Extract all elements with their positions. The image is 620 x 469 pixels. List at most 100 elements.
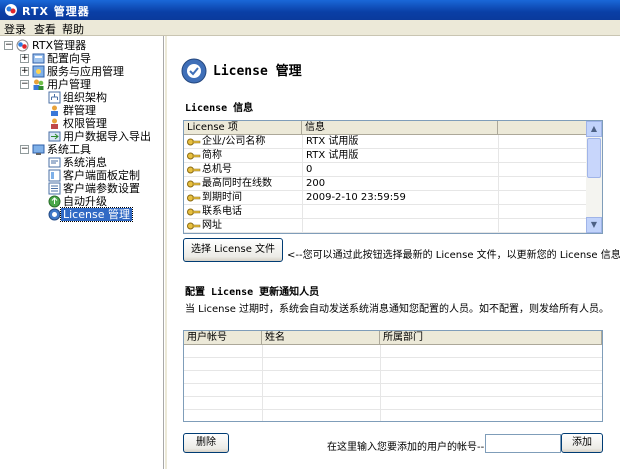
table-row[interactable] bbox=[184, 384, 602, 397]
add-button[interactable]: 添加 bbox=[561, 433, 603, 453]
license-row[interactable]: 网址 bbox=[184, 219, 588, 233]
license-item: 简称 bbox=[202, 150, 222, 161]
tree-node-root[interactable]: RTX管理器 bbox=[30, 39, 88, 52]
scroll-up-icon[interactable]: ▲ bbox=[586, 121, 602, 137]
license-item: 最高同时在线数 bbox=[202, 178, 272, 189]
license-row[interactable]: 企业/公司名称 RTX 试用版 bbox=[184, 135, 588, 149]
permission-icon bbox=[51, 118, 58, 129]
license-info-section-title: License 信息 bbox=[185, 103, 254, 114]
notify-description: 当 License 过期时，系统会自动发送系统消息通知您配置的人员。如不配置，则… bbox=[185, 304, 610, 315]
menu-bar: 登录 查看 帮助 bbox=[0, 20, 620, 36]
menu-view[interactable]: 查看 bbox=[34, 21, 56, 37]
add-user-hint: 在这里输入您要添加的用户的帐号--> bbox=[327, 442, 493, 453]
license-row[interactable]: 总机号 0 bbox=[184, 163, 588, 177]
column-user-account[interactable]: 用户帐号 bbox=[184, 331, 262, 345]
key-icon bbox=[187, 194, 201, 202]
license-value: 200 bbox=[306, 178, 326, 189]
window-title: RTX 管理器 bbox=[22, 5, 90, 18]
collapse-icon[interactable]: − bbox=[20, 145, 29, 154]
tree-node-system-tools[interactable]: 系统工具 bbox=[45, 143, 93, 156]
system-tools-icon bbox=[32, 144, 45, 155]
group-icon bbox=[51, 105, 58, 116]
license-row[interactable]: 联系电话 bbox=[184, 205, 588, 219]
key-icon bbox=[187, 166, 201, 174]
tree-node-permission-mgmt[interactable]: 权限管理 bbox=[61, 117, 109, 130]
license-icon bbox=[48, 208, 61, 221]
column-department[interactable]: 所属部门 bbox=[380, 331, 602, 345]
tree-node-service-app[interactable]: 服务与应用管理 bbox=[45, 65, 126, 78]
tree-node-system-message[interactable]: 系统消息 bbox=[61, 156, 109, 169]
users-grid-header: 用户帐号 姓名 所属部门 bbox=[184, 331, 602, 345]
navigation-tree[interactable]: − RTX管理器 + 配置向导 + 服务与应用管理 − 用户管理 组织架构 群管… bbox=[0, 36, 164, 469]
license-value: RTX 试用版 bbox=[306, 136, 359, 147]
column-name[interactable]: 姓名 bbox=[262, 331, 380, 345]
import-export-icon bbox=[48, 131, 61, 142]
license-item: 总机号 bbox=[202, 164, 232, 175]
tree-node-auto-upgrade[interactable]: 自动升级 bbox=[61, 195, 109, 208]
key-icon bbox=[187, 222, 201, 230]
wizard-icon bbox=[32, 53, 45, 64]
license-item: 企业/公司名称 bbox=[202, 136, 266, 147]
table-row[interactable] bbox=[184, 358, 602, 371]
delete-button[interactable]: 删除 bbox=[183, 433, 229, 453]
select-license-file-button[interactable]: 选择 License 文件 bbox=[183, 238, 283, 262]
title-bar: RTX 管理器 bbox=[0, 0, 620, 20]
table-row[interactable] bbox=[184, 397, 602, 410]
scroll-down-icon[interactable]: ▼ bbox=[586, 217, 602, 233]
collapse-icon[interactable]: − bbox=[4, 41, 13, 50]
tree-node-wizard[interactable]: 配置向导 bbox=[45, 52, 93, 65]
table-row[interactable] bbox=[184, 371, 602, 384]
tree-node-license-mgmt[interactable]: License 管理 bbox=[60, 207, 133, 222]
collapse-icon[interactable]: − bbox=[20, 80, 29, 89]
rtx-manager-icon bbox=[16, 39, 29, 52]
key-icon bbox=[187, 180, 201, 188]
license-header-icon bbox=[181, 58, 207, 84]
column-license-item[interactable]: License 项 bbox=[184, 121, 302, 135]
client-settings-icon bbox=[48, 182, 61, 195]
license-info-grid[interactable]: License 项 信息 企业/公司名称 RTX 试用版 简称 RTX 试用版 … bbox=[183, 120, 603, 234]
section-divider bbox=[255, 104, 603, 105]
tree-node-client-settings[interactable]: 客户端参数设置 bbox=[61, 182, 142, 195]
license-value: RTX 试用版 bbox=[306, 150, 359, 161]
license-value bbox=[306, 219, 496, 233]
expand-icon[interactable]: + bbox=[20, 54, 29, 63]
menu-login[interactable]: 登录 bbox=[4, 21, 26, 37]
license-value bbox=[306, 205, 496, 219]
key-icon bbox=[187, 152, 201, 160]
rtx-app-icon bbox=[5, 4, 17, 16]
page-title: License 管理 bbox=[213, 64, 302, 79]
users-icon bbox=[33, 79, 44, 90]
column-info[interactable]: 信息 bbox=[302, 121, 498, 135]
section-divider bbox=[363, 288, 603, 289]
tree-node-client-panel-customize[interactable]: 客户端面板定制 bbox=[61, 169, 142, 182]
license-grid-header: License 项 信息 bbox=[184, 121, 588, 135]
key-icon bbox=[187, 138, 201, 146]
auto-upgrade-icon bbox=[48, 195, 61, 208]
notify-users-grid[interactable]: 用户帐号 姓名 所属部门 bbox=[183, 330, 603, 422]
license-value: 0 bbox=[306, 164, 313, 175]
select-license-hint: <--您可以通过此按钮选择最新的 License 文件，以更新您的 Licens… bbox=[287, 250, 620, 261]
menu-help[interactable]: 帮助 bbox=[62, 21, 84, 37]
license-item: 网址 bbox=[202, 220, 222, 231]
license-item: 到期时间 bbox=[202, 192, 242, 203]
key-icon bbox=[187, 208, 201, 216]
license-item: 联系电话 bbox=[202, 206, 242, 217]
tree-node-org-structure[interactable]: 组织架构 bbox=[61, 91, 109, 104]
license-row[interactable]: 最高同时在线数 200 bbox=[184, 177, 588, 191]
system-message-icon bbox=[48, 157, 61, 168]
license-grid-scrollbar[interactable]: ▲ ▼ bbox=[586, 121, 602, 233]
tree-node-group-mgmt[interactable]: 群管理 bbox=[61, 104, 98, 117]
service-icon bbox=[32, 65, 45, 78]
org-structure-icon bbox=[48, 91, 61, 104]
add-user-account-input[interactable] bbox=[485, 434, 561, 453]
table-row[interactable] bbox=[184, 345, 602, 358]
tree-node-user-mgmt[interactable]: 用户管理 bbox=[45, 78, 93, 91]
license-value: 2009-2-10 23:59:59 bbox=[306, 192, 406, 203]
tree-node-user-data-import-export[interactable]: 用户数据导入导出 bbox=[61, 130, 153, 143]
main-panel: License 管理 License 信息 License 项 信息 企业/公司… bbox=[167, 36, 620, 469]
expand-icon[interactable]: + bbox=[20, 67, 29, 76]
license-row[interactable]: 到期时间 2009-2-10 23:59:59 bbox=[184, 191, 588, 205]
scroll-thumb[interactable] bbox=[587, 138, 601, 178]
column-spacer bbox=[498, 121, 588, 135]
license-row[interactable]: 简称 RTX 试用版 bbox=[184, 149, 588, 163]
